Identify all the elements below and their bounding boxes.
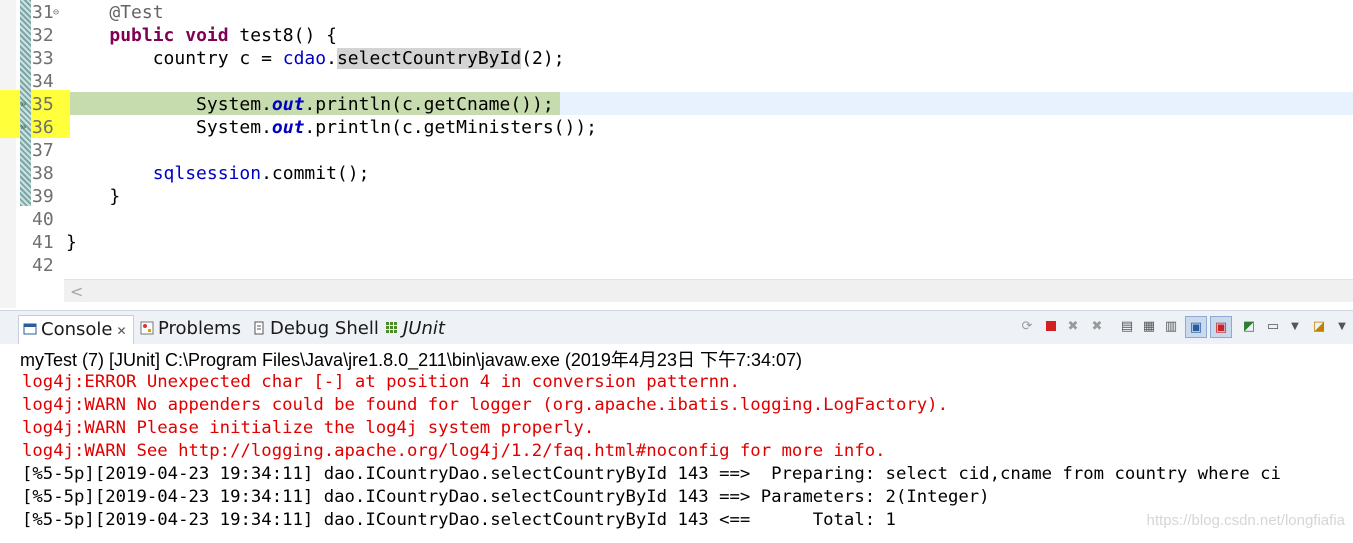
- horizontal-scrollbar[interactable]: <: [64, 279, 1353, 302]
- junit-icon: [385, 316, 399, 333]
- code-token: void: [185, 25, 229, 46]
- code-token: (2);: [521, 48, 565, 69]
- debug-shell-icon: [252, 316, 266, 335]
- code-text: System.out.println(c.getMinisters());: [66, 116, 597, 139]
- code-line: 32 public void test8() {: [0, 24, 1353, 47]
- code-line: 35 System.out.println(c.getCname());: [0, 93, 1353, 116]
- console-output-line: [%5-5p][2019-04-23 19:34:11] dao.ICountr…: [22, 510, 896, 530]
- tab-console[interactable]: Console ✕: [18, 315, 134, 344]
- code-line: 37: [0, 139, 1353, 162]
- open-console-icon[interactable]: ◪: [1310, 317, 1328, 335]
- pin-console-icon[interactable]: ◩: [1240, 317, 1258, 335]
- console-error-line: log4j:WARN No appenders could be found f…: [22, 395, 948, 415]
- tab-debug-shell[interactable]: Debug Shell: [252, 315, 379, 343]
- line-number: 31: [32, 2, 54, 23]
- code-text: System.out.println(c.getCname());: [66, 93, 554, 116]
- show-console-on-stdout-icon[interactable]: ▣: [1185, 316, 1207, 338]
- code-text: }: [66, 185, 120, 208]
- line-number: 38: [32, 163, 54, 184]
- console-output-line: [%5-5p][2019-04-23 19:34:11] dao.ICountr…: [22, 464, 1281, 484]
- code-text: public void test8() {: [66, 24, 337, 47]
- tab-problems[interactable]: Problems: [140, 315, 241, 343]
- code-line: 36 System.out.println(c.getMinisters());: [0, 116, 1353, 139]
- scroll-left-icon[interactable]: <: [70, 282, 83, 301]
- watermark: https://blog.csdn.net/longfiafia: [1146, 512, 1345, 529]
- code-line: 31 ⊖ @Test: [0, 1, 1353, 24]
- tab-debug-shell-label: Debug Shell: [270, 318, 379, 339]
- tab-problems-label: Problems: [158, 318, 241, 339]
- tab-console-label: Console: [41, 319, 113, 340]
- console-error-line: log4j:ERROR Unexpected char [-] at posit…: [22, 372, 740, 392]
- console-view-tabbar: Console ✕ Problems Debug Shell JUnit ⟳ ✖ …: [0, 310, 1353, 345]
- code-token: }: [66, 232, 77, 253]
- code-line: 38 sqlsession.commit();: [0, 162, 1353, 185]
- code-line: 42: [0, 254, 1353, 277]
- console-output-line: [%5-5p][2019-04-23 19:34:11] dao.ICountr…: [22, 487, 990, 507]
- fold-icon[interactable]: ⊖: [53, 1, 59, 24]
- line-number: 40: [32, 209, 54, 230]
- code-token: out: [271, 94, 305, 115]
- show-console-on-stderr-icon[interactable]: ▣: [1210, 316, 1232, 338]
- word-wrap-icon[interactable]: ▥: [1162, 317, 1180, 335]
- problems-icon: [140, 316, 154, 335]
- display-selected-console-icon[interactable]: ▭: [1264, 317, 1282, 335]
- line-number: 39: [32, 186, 54, 207]
- remove-launch-icon[interactable]: ✖: [1064, 317, 1082, 335]
- code-token: System.: [66, 94, 272, 115]
- restart-icon[interactable]: ⟳: [1018, 317, 1036, 335]
- code-token: sqlsession: [152, 163, 262, 184]
- line-number: 41: [32, 232, 54, 253]
- code-line: 41}: [0, 231, 1353, 254]
- clear-console-icon[interactable]: ▤: [1118, 317, 1136, 335]
- tab-junit[interactable]: JUnit: [385, 315, 445, 343]
- code-text: country c = cdao.selectCountryById(2);: [66, 47, 565, 70]
- console-error-line: log4j:WARN Please initialize the log4j s…: [22, 418, 595, 438]
- close-icon[interactable]: ✕: [116, 324, 126, 338]
- code-text: sqlsession.commit();: [66, 162, 370, 185]
- code-token: .println(c.getCname());: [304, 94, 554, 115]
- code-token: .: [326, 48, 337, 69]
- code-token: test8() {: [228, 25, 337, 46]
- console-icon: [23, 317, 37, 335]
- console-error-line: log4j:WARN See http://logging.apache.org…: [22, 441, 886, 461]
- line-number: 33: [32, 48, 54, 69]
- line-number: 37: [32, 140, 54, 161]
- code-token: .println(c.getMinisters());: [304, 117, 598, 138]
- terminate-icon[interactable]: [1042, 317, 1060, 335]
- code-line: 40: [0, 208, 1353, 231]
- code-token: selectCountryById: [336, 48, 522, 69]
- code-token: @Test: [109, 2, 164, 23]
- code-line: 34: [0, 70, 1353, 93]
- code-text: @Test: [66, 1, 164, 24]
- code-token: cdao: [282, 48, 327, 69]
- chevron-down-icon[interactable]: ▼: [1333, 317, 1351, 335]
- line-number: 35: [32, 94, 54, 115]
- code-token: System.: [66, 117, 272, 138]
- remove-all-terminated-icon[interactable]: ✖: [1088, 317, 1106, 335]
- code-editor[interactable]: » » 31 ⊖ @Test 32 public void test8() {33 …: [0, 0, 1353, 308]
- line-number: 36: [32, 117, 54, 138]
- code-token: .commit();: [261, 163, 370, 184]
- chevron-down-icon[interactable]: ▼: [1286, 317, 1304, 335]
- scroll-lock-icon[interactable]: ▦: [1140, 317, 1158, 335]
- code-text: }: [66, 231, 77, 254]
- process-label: myTest (7) [JUnit] C:\Program Files\Java…: [20, 350, 803, 370]
- line-number: 32: [32, 25, 54, 46]
- code-line: 33 country c = cdao.selectCountryById(2)…: [0, 47, 1353, 70]
- code-token: country c =: [66, 48, 283, 69]
- line-number: 42: [32, 255, 54, 276]
- code-line: 39 }: [0, 185, 1353, 208]
- line-number: 34: [32, 71, 54, 92]
- code-token: }: [66, 186, 121, 207]
- code-token: out: [271, 117, 305, 138]
- tab-junit-label: JUnit: [403, 318, 445, 339]
- code-token: public: [109, 25, 175, 46]
